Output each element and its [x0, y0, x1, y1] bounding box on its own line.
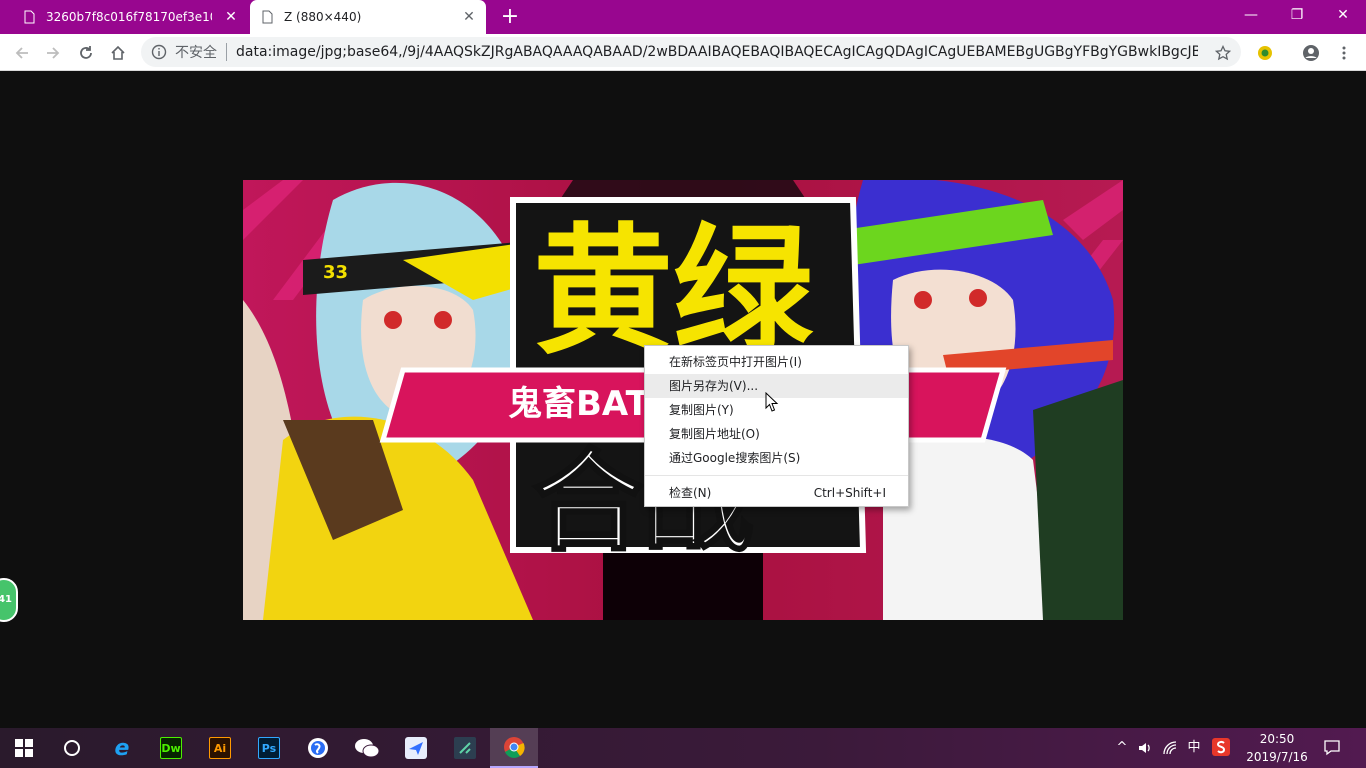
context-menu: 在新标签页中打开图片(I) 图片另存为(V)... 复制图片(Y) 复制图片地址… — [644, 345, 909, 507]
internet-explorer-icon: e — [114, 735, 130, 761]
taskbar-app-editor[interactable] — [441, 728, 489, 768]
cortana-icon — [64, 740, 80, 756]
taskbar-app-sogou[interactable] — [294, 728, 342, 768]
ime-indicator[interactable]: 中 — [1184, 738, 1204, 758]
home-button[interactable] — [105, 40, 131, 66]
taskbar: e Dw Ai Ps ^ 中 20:50 2019/7/16 — [0, 728, 1366, 768]
browser-toolbar: 不安全 data:image/jpg;base64,/9j/4AAQSkZJRg… — [0, 34, 1366, 71]
editor-icon — [454, 737, 476, 759]
forward-button[interactable] — [40, 40, 66, 66]
tray-expand-icon[interactable]: ^ — [1112, 738, 1132, 758]
notification-icon[interactable] — [1322, 738, 1342, 758]
start-button[interactable] — [0, 728, 48, 768]
arrow-right-icon — [47, 47, 60, 59]
menu-inspect-shortcut: Ctrl+Shift+I — [813, 486, 886, 500]
document-icon — [262, 10, 273, 24]
minimize-button[interactable]: — — [1228, 0, 1274, 32]
wifi-icon[interactable] — [1160, 738, 1180, 758]
menu-separator — [645, 475, 908, 476]
wechat-icon — [355, 739, 380, 758]
tab-title: 3260b7f8c016f78170ef3e100ff — [46, 10, 212, 24]
taskbar-app-dreamweaver[interactable]: Dw — [147, 728, 195, 768]
menu-open-in-new-tab[interactable]: 在新标签页中打开图片(I) — [645, 350, 908, 374]
menu-inspect-label: 检查(N) — [669, 486, 712, 500]
tab-inactive[interactable]: 3260b7f8c016f78170ef3e100ff ✕ — [10, 0, 248, 34]
back-button[interactable] — [9, 40, 35, 66]
home-icon — [111, 45, 125, 60]
taskbar-app-wechat[interactable] — [343, 728, 391, 768]
security-label: 不安全 — [175, 45, 217, 61]
clock-time: 20:50 — [1259, 732, 1295, 746]
chrome-icon — [504, 737, 525, 758]
info-icon[interactable] — [151, 44, 167, 60]
menu-copy-image-address[interactable]: 复制图片地址(O) — [645, 422, 908, 446]
account-icon — [1303, 45, 1319, 61]
url-text[interactable]: data:image/jpg;base64,/9j/4AAQSkZJRgABAQ… — [236, 44, 1198, 60]
reload-icon — [80, 46, 92, 59]
sogou-browser-icon — [308, 738, 328, 758]
sogou-ime-icon[interactable] — [1211, 738, 1231, 758]
extension-button[interactable] — [1252, 40, 1278, 66]
divider — [226, 43, 227, 61]
taskbar-app-photoshop[interactable]: Ps — [245, 728, 293, 768]
taskbar-app-chrome[interactable] — [490, 728, 538, 768]
tab-strip: 3260b7f8c016f78170ef3e100ff ✕ Z (880×440… — [0, 0, 1366, 34]
address-bar[interactable]: 不安全 data:image/jpg;base64,/9j/4AAQSkZJRg… — [141, 37, 1241, 67]
cortana-button[interactable] — [48, 728, 96, 768]
close-tab-icon[interactable]: ✕ — [224, 10, 238, 24]
reload-button[interactable] — [73, 40, 99, 66]
star-icon — [1215, 45, 1231, 61]
illustrator-icon: Ai — [209, 737, 231, 759]
dreamweaver-icon: Dw — [160, 737, 182, 759]
system-clock[interactable]: 20:50 2019/7/16 — [1242, 730, 1312, 766]
arrow-left-icon — [15, 47, 28, 59]
screen: 3260b7f8c016f78170ef3e100ff ✕ Z (880×440… — [0, 0, 1366, 768]
taskbar-app-illustrator[interactable]: Ai — [196, 728, 244, 768]
restore-button[interactable]: ❐ — [1274, 0, 1320, 32]
photoshop-icon: Ps — [258, 737, 280, 759]
menu-inspect[interactable]: 检查(N) Ctrl+Shift+I — [645, 481, 908, 505]
mouse-cursor-icon — [765, 392, 779, 412]
windows-icon — [15, 739, 33, 757]
floating-badge[interactable]: 41 — [0, 578, 18, 622]
taskbar-app-ie[interactable]: e — [98, 728, 146, 768]
profile-button[interactable] — [1298, 40, 1324, 66]
paper-plane-icon — [405, 737, 427, 759]
menu-search-image-google[interactable]: 通过Google搜索图片(S) — [645, 446, 908, 470]
tab-active[interactable]: Z (880×440) ✕ — [250, 0, 486, 34]
new-tab-button[interactable]: + — [498, 5, 522, 29]
more-vert-icon — [1342, 46, 1346, 60]
bookmark-button[interactable] — [1210, 40, 1236, 66]
extension-icon — [1258, 46, 1272, 60]
tab-title: Z (880×440) — [284, 10, 362, 24]
close-window-button[interactable]: ✕ — [1320, 0, 1366, 32]
badge-left: 33 — [323, 262, 348, 283]
clock-date: 2019/7/16 — [1246, 750, 1308, 764]
volume-icon[interactable] — [1135, 738, 1155, 758]
taskbar-app-feishu[interactable] — [392, 728, 440, 768]
menu-button[interactable] — [1331, 40, 1357, 66]
document-icon — [24, 10, 35, 24]
close-tab-icon[interactable]: ✕ — [462, 10, 476, 24]
